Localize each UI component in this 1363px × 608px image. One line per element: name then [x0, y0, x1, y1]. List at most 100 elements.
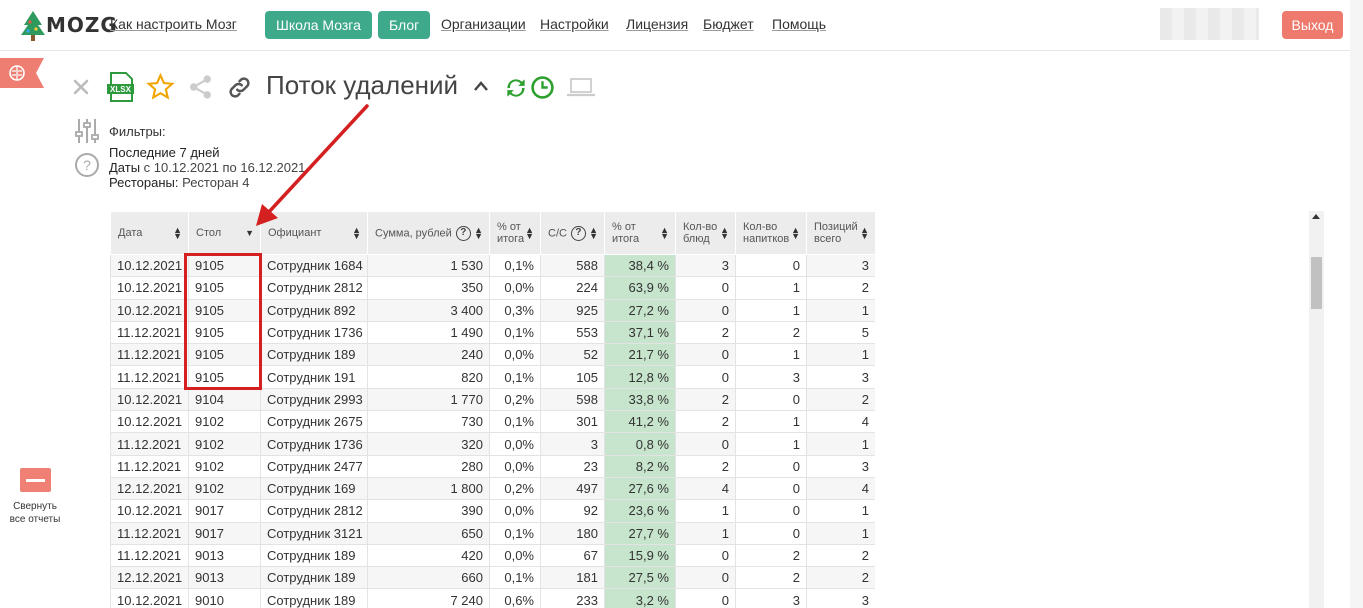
nav-link-how-to[interactable]: Как настроить Мозг [110, 16, 237, 32]
clock-icon[interactable] [530, 75, 555, 100]
cell-pct-cost: 27,5 % [604, 566, 676, 590]
table-row[interactable]: 12.12.2021 9102 Сотрудник 169 1 800 0,2% 497 2… [110, 476, 875, 501]
cell-dishes-count: 2 [675, 387, 736, 412]
cell-cost: 588 [540, 253, 605, 278]
table-row[interactable]: 10.12.2021 9102 Сотрудник 2675 730 0,1% 301 41… [110, 410, 875, 434]
share-icon[interactable] [187, 73, 214, 101]
xlsx-export-button[interactable]: XLSX [107, 72, 135, 102]
cell-positions-total: 1 [806, 432, 875, 456]
cell-positions-total: 1 [806, 343, 875, 367]
nav-button-school[interactable]: Школа Мозга [265, 11, 372, 39]
cell-drinks-count: 2 [735, 566, 807, 590]
cell-pct-total: 0,1% [489, 365, 541, 389]
star-icon[interactable] [146, 73, 175, 101]
table-header-row: Дата ▲ ▼ Стол ▼ Официант ▲ ▼ Сумма, рублей? ▲ ▼% о… [110, 211, 875, 255]
header-label: % от итога [612, 221, 640, 245]
table-row[interactable]: 11.12.2021 9102 Сотрудник 2477 280 0,0% 23 8,2… [110, 454, 875, 478]
brain-tab-button[interactable] [0, 58, 44, 88]
cell-drinks-count: 1 [735, 276, 807, 300]
table-row[interactable]: 11.12.2021 9102 Сотрудник 1736 320 0,0% 3 0,8 … [110, 432, 875, 456]
table-row[interactable]: 12.12.2021 9013 Сотрудник 189 660 0,1% 181 27,… [110, 566, 875, 590]
header-sum[interactable]: Сумма, рублей? ▲ ▼ [367, 211, 490, 255]
cell-waiter: Сотрудник 169 [260, 476, 368, 501]
help-icon[interactable]: ? [455, 225, 471, 241]
collapse-reports-button[interactable] [20, 468, 51, 492]
sort-icon[interactable]: ▲ ▼ [720, 226, 729, 241]
table-row[interactable]: 11.12.2021 9013 Сотрудник 189 420 0,0% 67 15,9… [110, 543, 875, 568]
cell-dishes-count: 0 [675, 276, 736, 300]
sort-icon[interactable]: ▲ ▼ [352, 226, 361, 241]
mozg-logo[interactable]: MOZG [18, 9, 117, 43]
header-pct-total[interactable]: % от итога ▲ ▼ [489, 211, 541, 255]
cell-positions-total: 1 [806, 521, 875, 545]
logout-button[interactable]: Выход [1282, 11, 1343, 39]
header-table[interactable]: Стол ▼ [188, 211, 261, 255]
sort-icon[interactable]: ▲ ▼ [660, 226, 669, 241]
cell-pct-total: 0,0% [489, 454, 541, 478]
header-date[interactable]: Дата ▲ ▼ [110, 211, 189, 255]
table-row[interactable]: 10.12.2021 9104 Сотрудник 2993 1 770 0,2% 598… [110, 387, 875, 412]
sort-icon[interactable]: ▲ ▼ [474, 226, 483, 241]
cell-table: 9017 [188, 521, 261, 545]
filters-sliders-icon[interactable] [74, 117, 100, 145]
header-positions-total[interactable]: Позиций всего ▲ ▼ [806, 211, 875, 255]
nav-button-blog[interactable]: Блог [378, 11, 431, 39]
nav-link-license[interactable]: Лицензия [626, 16, 688, 32]
cell-pct-total: 0,0% [489, 276, 541, 300]
cell-waiter: Сотрудник 2812 [260, 276, 368, 300]
report-title: Поток удалений [266, 70, 459, 100]
sort-desc-icon[interactable]: ▼ [245, 227, 254, 239]
filter-restaurants-key: Рестораны: [109, 175, 179, 190]
cell-cost: 23 [540, 454, 605, 478]
laptop-icon[interactable] [566, 77, 596, 99]
table-scrollbar-thumb[interactable] [1311, 257, 1322, 309]
link-icon[interactable] [226, 74, 253, 101]
header-cost[interactable]: С/С? ▲ ▼ [540, 211, 605, 255]
table-row[interactable]: 10.12.2021 9017 Сотрудник 2812 390 0,0% 92 23,… [110, 499, 875, 523]
cell-cost: 233 [540, 588, 605, 608]
help-icon[interactable]: ? [570, 225, 586, 241]
header-label: Сумма, рублей [375, 226, 452, 239]
cell-table: 9104 [188, 387, 261, 412]
nav-link-budget[interactable]: Бюджет [703, 16, 754, 32]
header-waiter[interactable]: Официант ▲ ▼ [260, 211, 368, 255]
filters-label: Фильтры: [109, 124, 166, 139]
header-pct-cost[interactable]: % от итога ▲ ▼ [604, 211, 676, 255]
header-dishes-count[interactable]: Кол-во блюд ▲ ▼ [675, 211, 736, 255]
sort-icon[interactable]: ▲ ▼ [791, 226, 800, 241]
sort-icon[interactable]: ▲ ▼ [589, 226, 598, 241]
cell-pct-total: 0,1% [489, 320, 541, 345]
nav-link-help[interactable]: Помощь [772, 16, 826, 32]
cell-dishes-count: 1 [675, 521, 736, 545]
cell-drinks-count: 0 [735, 387, 807, 412]
cell-dishes-count: 4 [675, 476, 736, 501]
cell-cost: 67 [540, 543, 605, 568]
cell-drinks-count: 1 [735, 298, 807, 322]
nav-link-settings[interactable]: Настройки [540, 16, 609, 32]
table-scroll-up-arrow[interactable] [1312, 214, 1320, 219]
cell-sum: 650 [367, 521, 490, 545]
cell-pct-cost: 21,7 % [604, 343, 676, 367]
filters-help-icon[interactable]: ? [74, 152, 100, 178]
svg-text:XLSX: XLSX [110, 85, 132, 94]
cell-sum: 3 400 [367, 298, 490, 322]
cell-pct-total: 0,0% [489, 343, 541, 367]
sort-icon[interactable]: ▲ ▼ [860, 226, 869, 241]
close-icon[interactable] [72, 78, 90, 96]
user-info-blurred[interactable] [1160, 8, 1259, 40]
header-drinks-count[interactable]: Кол-во напитков ▲ ▼ [735, 211, 807, 255]
table-row[interactable]: 11.12.2021 9017 Сотрудник 3121 650 0,1% 180 27… [110, 521, 875, 545]
page-scrollbar[interactable] [1350, 0, 1363, 608]
cell-waiter: Сотрудник 189 [260, 588, 368, 608]
sort-icon[interactable]: ▲ ▼ [525, 226, 534, 241]
cell-pct-cost: 8,2 % [604, 454, 676, 478]
cell-drinks-count: 1 [735, 432, 807, 456]
cell-date: 12.12.2021 [110, 476, 189, 501]
sort-icon[interactable]: ▲ ▼ [173, 226, 182, 241]
refresh-icon[interactable] [503, 75, 529, 101]
cell-cost: 224 [540, 276, 605, 300]
table-row[interactable]: 10.12.2021 9010 Сотрудник 189 7 240 0,6% 233 3… [110, 588, 875, 608]
chevron-up-icon[interactable] [473, 80, 489, 92]
nav-link-organizations[interactable]: Организации [441, 16, 526, 32]
cell-pct-cost: 41,2 % [604, 410, 676, 434]
